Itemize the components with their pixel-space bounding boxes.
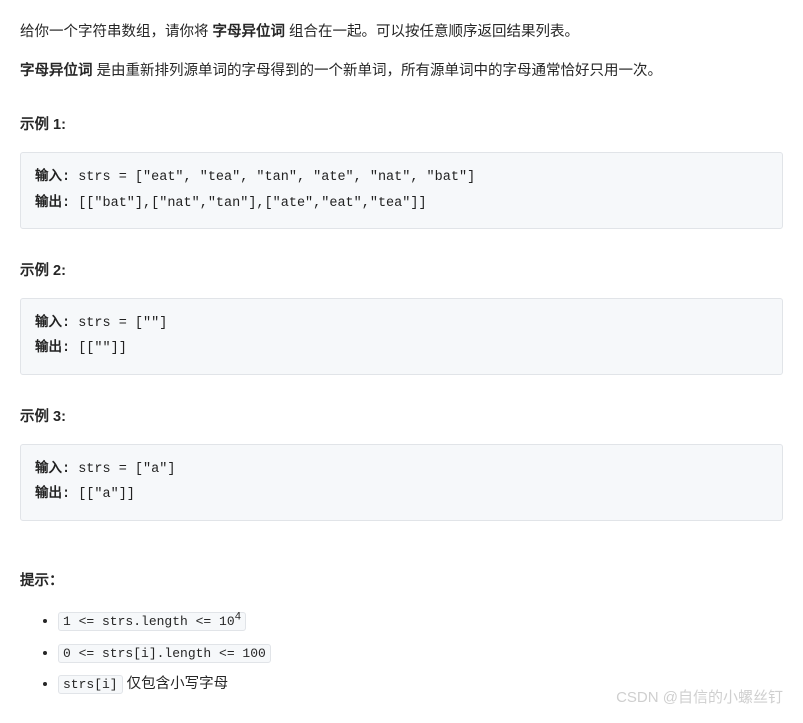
output-value: [["bat"],["nat","tan"],["ate","eat","tea… <box>78 196 426 211</box>
input-value: strs = ["a"] <box>78 462 175 477</box>
input-label: 输入: <box>35 316 78 331</box>
intro-paragraph-2: 字母异位词 是由重新排列源单词的字母得到的一个新单词，所有源单词中的字母通常恰好… <box>20 59 783 84</box>
output-value: [["a"]] <box>78 487 135 502</box>
intro-bold-2: 字母异位词 <box>20 63 93 79</box>
output-label: 输出: <box>35 487 78 502</box>
hints-title: 提示： <box>20 569 783 594</box>
output-label: 输出: <box>35 196 78 211</box>
hint-code-1: 1 <= strs.length <= 104 <box>58 612 246 631</box>
hint-item-3: strs[i] 仅包含小写字母 <box>58 671 783 699</box>
intro-bold-1: 字母异位词 <box>213 24 286 40</box>
output-value: [[""]] <box>78 341 127 356</box>
hint-item-2: 0 <= strs[i].length <= 100 <box>58 640 783 668</box>
hint-item-1: 1 <= strs.length <= 104 <box>58 608 783 636</box>
example-1-title: 示例 1: <box>20 113 783 138</box>
input-value: strs = ["eat", "tea", "tan", "ate", "nat… <box>78 170 475 185</box>
hint-code-3: strs[i] <box>58 675 123 694</box>
example-2-code: 输入: strs = [""] 输出: [[""]] <box>20 298 783 375</box>
intro-text-1: 给你一个字符串数组，请你将 <box>20 24 213 40</box>
intro-text-2: 组合在一起。可以按任意顺序返回结果列表。 <box>285 24 579 40</box>
hints-list: 1 <= strs.length <= 104 0 <= strs[i].len… <box>20 608 783 699</box>
input-value: strs = [""] <box>78 316 167 331</box>
example-3-title: 示例 3: <box>20 405 783 430</box>
example-1-code: 输入: strs = ["eat", "tea", "tan", "ate", … <box>20 152 783 229</box>
intro-text-3: 是由重新排列源单词的字母得到的一个新单词，所有源单词中的字母通常恰好只用一次。 <box>93 63 663 79</box>
example-2-title: 示例 2: <box>20 259 783 284</box>
input-label: 输入: <box>35 170 78 185</box>
example-3-code: 输入: strs = ["a"] 输出: [["a"]] <box>20 444 783 521</box>
input-label: 输入: <box>35 462 78 477</box>
hint-code-2: 0 <= strs[i].length <= 100 <box>58 644 271 663</box>
output-label: 输出: <box>35 341 78 356</box>
intro-paragraph-1: 给你一个字符串数组，请你将 字母异位词 组合在一起。可以按任意顺序返回结果列表。 <box>20 20 783 45</box>
